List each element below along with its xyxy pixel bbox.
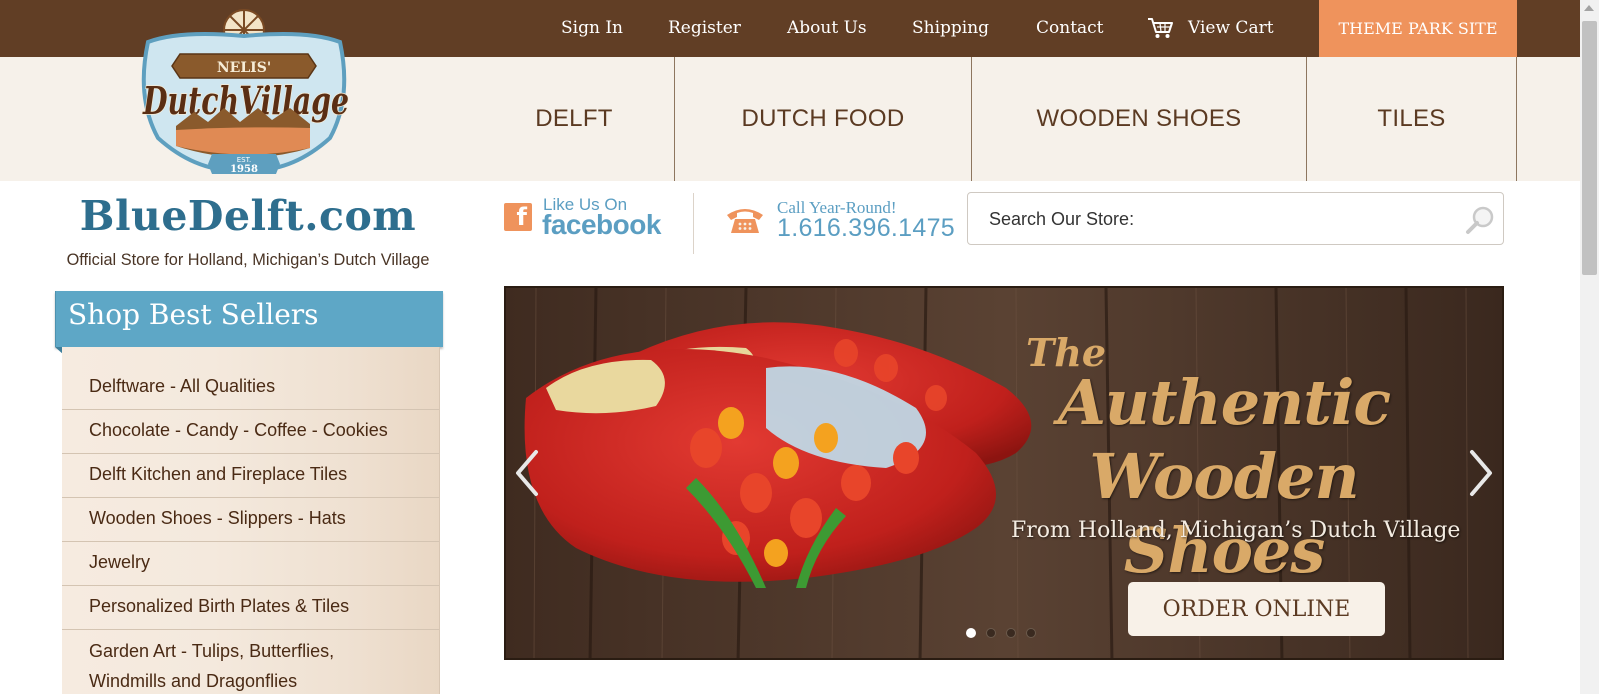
logo-brand-text: DutchVillage [142, 78, 349, 123]
dutch-village-logo[interactable]: NELIS' DutchVillage EST. 1958 [140, 8, 356, 176]
theme-park-site-button[interactable]: THEME PARK SITE [1319, 0, 1517, 57]
carousel-dot-1[interactable] [966, 628, 976, 638]
carousel-dot-3[interactable] [1006, 628, 1016, 638]
order-online-button[interactable]: ORDER ONLINE [1128, 582, 1385, 636]
hero-carousel: The Authentic Wooden Shoes From Holland,… [504, 286, 1504, 660]
category-wooden-shoes[interactable]: WOODEN SHOES [972, 57, 1306, 181]
telephone-icon [727, 209, 763, 233]
category-dutch-food[interactable]: DUTCH FOOD [675, 57, 971, 181]
scroll-up-icon[interactable] [1584, 5, 1594, 11]
shipping-link[interactable]: Shipping [912, 18, 989, 38]
logo-year-text: 1958 [230, 164, 258, 175]
logo-est-text: EST. [237, 156, 252, 164]
about-us-link[interactable]: About Us [787, 18, 867, 38]
header-divider [693, 193, 694, 254]
sidebar-item-jewelry[interactable]: Jewelry [62, 547, 439, 586]
category-tiles[interactable]: TILES [1307, 57, 1516, 181]
register-link[interactable]: Register [668, 18, 741, 38]
facebook-link[interactable]: facebook [542, 209, 661, 241]
phone-number[interactable]: 1.616.396.1475 [777, 214, 955, 243]
carousel-dot-4[interactable] [1026, 628, 1036, 638]
best-sellers-title: Shop Best Sellers [68, 298, 319, 331]
contact-link[interactable]: Contact [1036, 18, 1104, 38]
search-icon[interactable] [1465, 205, 1495, 235]
chevron-left-icon[interactable] [512, 448, 542, 498]
scrollbar-thumb[interactable] [1582, 21, 1597, 275]
search-input[interactable] [989, 207, 1439, 231]
chevron-right-icon[interactable] [1466, 448, 1496, 498]
banner-title-line1: Authentic [1057, 366, 1391, 439]
sidebar-item-wooden-shoes[interactable]: Wooden Shoes - Slippers - Hats [62, 503, 439, 542]
sidebar-item-tiles[interactable]: Delft Kitchen and Fireplace Tiles [62, 459, 439, 498]
facebook-icon[interactable]: f [504, 203, 532, 231]
sidebar-item-birth-plates[interactable]: Personalized Birth Plates & Tiles [62, 591, 439, 630]
banner-subtitle: From Holland, Michigan’s Dutch Village [1011, 518, 1461, 543]
carousel-dot-2[interactable] [986, 628, 996, 638]
view-cart-link[interactable]: View Cart [1188, 18, 1274, 38]
sign-in-link[interactable]: Sign In [561, 18, 623, 38]
banner-title-line2: Wooden Shoes [1089, 440, 1359, 587]
banner-title: Authentic Wooden Shoes [994, 366, 1454, 588]
category-delft[interactable]: DELFT [474, 57, 674, 181]
site-tagline: Official Store for Holland, Michigan’s D… [66, 250, 430, 269]
sidebar-item-delftware[interactable]: Delftware - All Qualities [62, 371, 439, 410]
site-name[interactable]: BlueDelft.com [50, 192, 446, 240]
logo-small-text: NELIS' [217, 60, 271, 76]
sidebar-item-chocolate[interactable]: Chocolate - Candy - Coffee - Cookies [62, 415, 439, 454]
category-divider [1516, 57, 1517, 181]
shopping-cart-icon[interactable] [1147, 17, 1175, 39]
sidebar-item-garden-art[interactable]: Garden Art - Tulips, Butterflies, [62, 636, 439, 666]
sidebar-item-garden-art-cont[interactable]: Windmills and Dragonflies [62, 666, 439, 694]
search-box [967, 192, 1504, 245]
